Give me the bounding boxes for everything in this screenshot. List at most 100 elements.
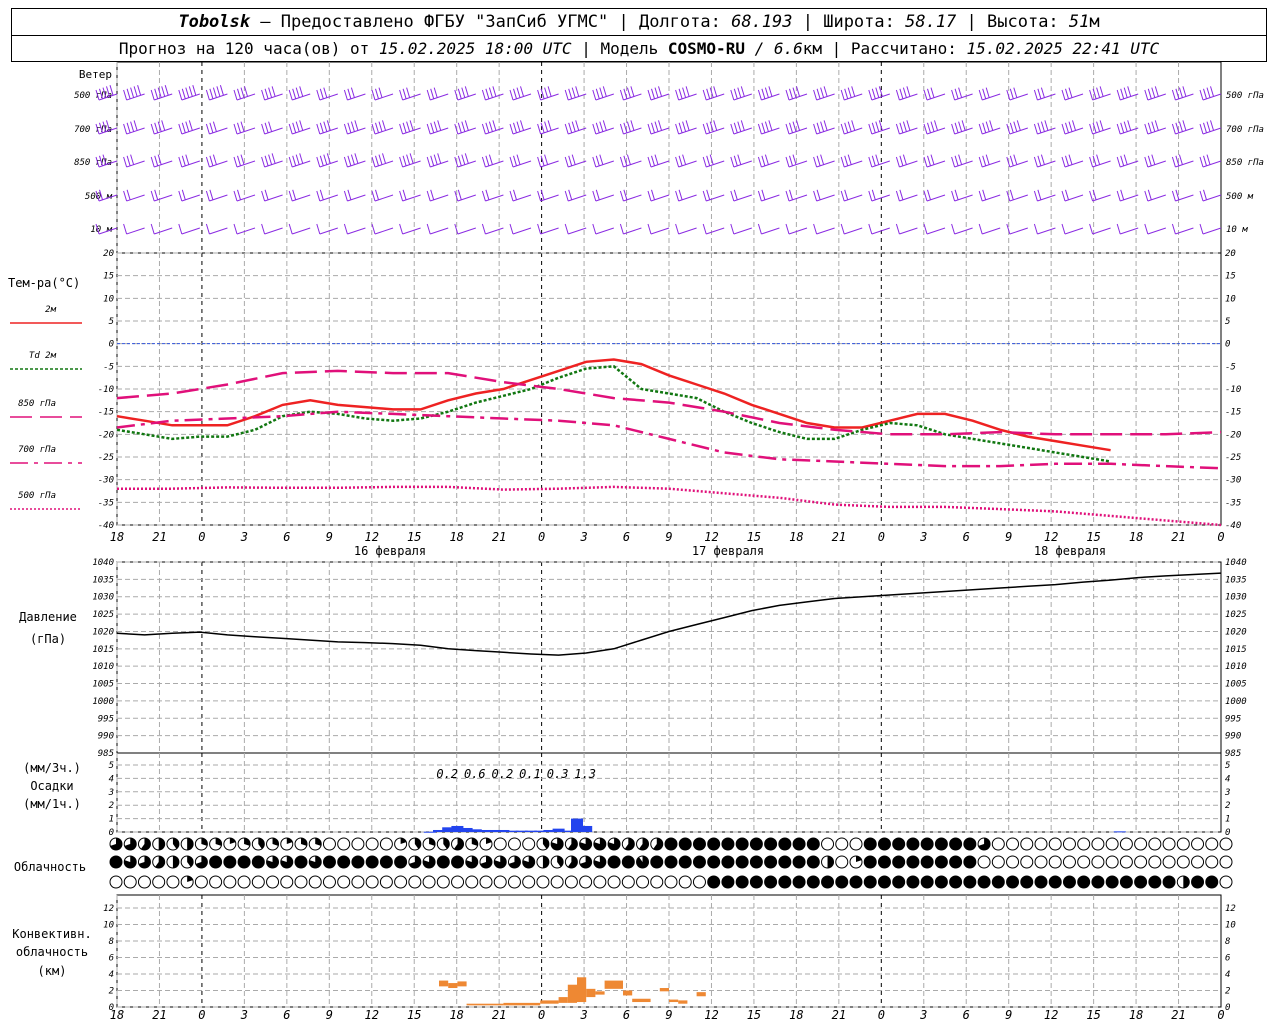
- wind-barb: [647, 223, 670, 235]
- wind-barb-feather: [1065, 88, 1069, 99]
- temp-legend-label: Td 2м: [29, 351, 57, 361]
- cloud-circle: [1162, 855, 1176, 869]
- cloud-symbol: [351, 855, 365, 869]
- conv-hour-tick: 21: [832, 1008, 846, 1022]
- cloud-fill: [764, 876, 777, 888]
- temp-tick-right: 15: [1225, 272, 1236, 282]
- cloud-circle: [1134, 855, 1148, 869]
- wind-barb-feather: [264, 155, 269, 166]
- conv-hour-tick: 0: [198, 1008, 205, 1022]
- cloud-symbol: [1191, 875, 1205, 889]
- wind-barb: [454, 153, 476, 168]
- wind-level-label-right: 500 гПа: [1226, 91, 1264, 101]
- wind-barb-feather: [651, 122, 655, 133]
- cloud-fill: [366, 856, 379, 868]
- wind-barb-feather: [740, 86, 745, 97]
- wind-barb: [537, 154, 559, 168]
- wind-barb-feather: [575, 86, 580, 97]
- cloud-symbol: [835, 855, 849, 869]
- wind-barb-feather: [485, 189, 490, 200]
- wind-barb: [205, 121, 228, 135]
- wind-barb-feather: [188, 86, 193, 97]
- cloud-fill: [622, 856, 635, 868]
- temp-hour-tick: 15: [407, 530, 421, 544]
- cloud-symbol: [1048, 875, 1062, 889]
- cloud-circle: [1119, 855, 1133, 869]
- wind-barb-feather: [927, 88, 931, 99]
- wind-barb-feather: [319, 155, 324, 166]
- wind-barb-feather: [1065, 189, 1069, 200]
- wind-barb-feather: [702, 123, 707, 135]
- wind-barb: [619, 154, 642, 168]
- cloud-circle: [550, 875, 564, 889]
- wind-barb-feather: [1147, 88, 1152, 99]
- cloud-circle: [1020, 855, 1034, 869]
- wind-barb-feather: [568, 155, 573, 166]
- pressure-tick-right: 1025: [1225, 610, 1247, 620]
- wind-barb: [481, 86, 504, 101]
- wind-barb-feather: [906, 86, 911, 97]
- wind-barb: [1089, 154, 1111, 168]
- wind-barb: [1033, 87, 1056, 101]
- cloud-symbol: [422, 837, 436, 851]
- wind-barb-feather: [619, 123, 624, 135]
- cloud-circle: [1219, 855, 1233, 869]
- wind-barb-feather: [457, 122, 462, 133]
- cloud-fill: [665, 856, 677, 868]
- cloud-symbol: [166, 875, 180, 889]
- wind-barb-feather: [319, 88, 324, 99]
- cloud-circle: [123, 875, 137, 889]
- conv-hour-tick: 6: [623, 1008, 630, 1022]
- cloud-fill: [778, 876, 791, 888]
- wind-barb-feather: [678, 155, 683, 166]
- wind-barb-feather: [764, 154, 769, 165]
- wind-barb: [702, 223, 725, 235]
- wind-level-label-right: 500 м: [1226, 192, 1254, 202]
- wind-barb-feather: [1182, 86, 1187, 97]
- temp-hour-tick: 18: [449, 530, 463, 544]
- wind-barb-feather: [178, 223, 183, 235]
- wind-barb-feather: [595, 88, 600, 99]
- wind-barb-feather: [544, 154, 549, 165]
- pressure-tick-right: 1000: [1225, 697, 1247, 707]
- temp-hour-tick: 18: [789, 530, 803, 544]
- wind-barb-feather: [402, 189, 407, 200]
- precip-tick-left: 0: [109, 828, 114, 838]
- temp-hour-tick: 9: [1005, 530, 1012, 544]
- wind-barb-staff: [457, 227, 476, 235]
- wind-barb-feather: [271, 86, 276, 97]
- wind-barb-feather: [212, 121, 217, 132]
- wind-barb: [1061, 154, 1084, 168]
- temp-tick-left: -10: [98, 385, 114, 395]
- wind-barb-feather: [571, 121, 576, 132]
- wind-barb-feather: [237, 122, 241, 133]
- cloud-circle: [1048, 855, 1062, 869]
- wind-barb-feather: [1096, 121, 1101, 132]
- wind-barb-feather: [602, 120, 607, 131]
- wind-barb-feather: [261, 190, 266, 202]
- cloud-fill: [351, 856, 364, 868]
- wind-barb-feather: [978, 89, 983, 101]
- cloud-symbol: [550, 875, 564, 889]
- wind-barb: [647, 154, 670, 168]
- wind-barb-feather: [154, 189, 159, 200]
- wind-barb-feather: [899, 88, 904, 99]
- wind-barb-feather: [271, 153, 276, 164]
- wind-barb-feather: [982, 189, 987, 200]
- wind-barb: [923, 189, 946, 202]
- cloud-circle: [1105, 837, 1119, 851]
- conv-unit: (км): [38, 964, 67, 978]
- wind-barb: [509, 154, 532, 168]
- wind-barb: [1144, 154, 1166, 168]
- cloud-circle: [166, 875, 180, 889]
- wind-barb-staff: [347, 227, 366, 235]
- cloud-symbol: [479, 837, 493, 851]
- wind-barb-feather: [571, 154, 576, 165]
- wind-barb-feather: [982, 88, 987, 99]
- wind-barb-feather: [461, 121, 466, 132]
- precip-tick-left: 4: [109, 774, 114, 784]
- cloud-symbol: [123, 837, 137, 851]
- wind-barb-feather: [1037, 155, 1042, 166]
- cloud-symbol: [465, 875, 479, 889]
- cloud-symbol: [507, 875, 521, 889]
